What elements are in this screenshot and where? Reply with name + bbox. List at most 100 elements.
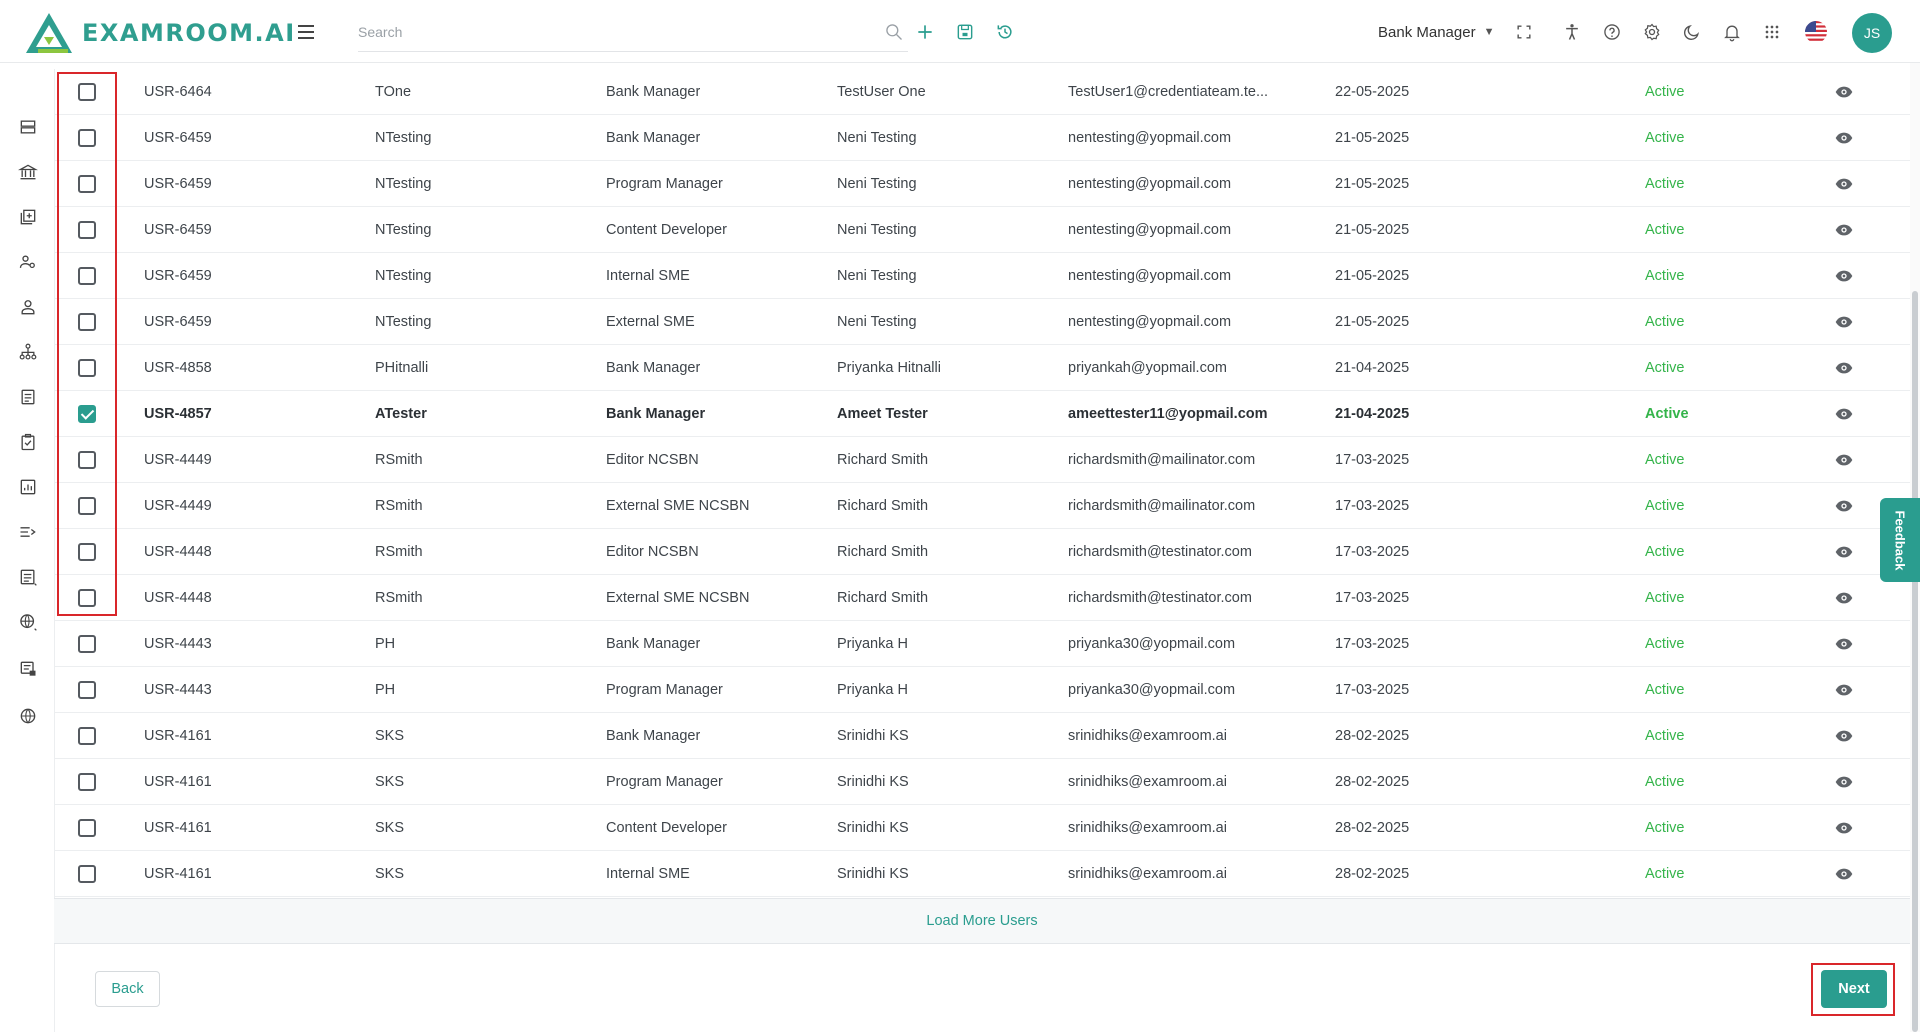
list-details-icon[interactable]	[16, 565, 40, 589]
row-checkbox[interactable]	[78, 727, 96, 745]
view-eye-icon[interactable]	[1834, 588, 1854, 608]
table-row[interactable]: USR-6459 NTesting Internal SME Neni Testing…	[55, 253, 1911, 299]
username-cell: ATester	[375, 406, 427, 422]
view-eye-icon[interactable]	[1834, 82, 1854, 102]
us-flag-icon[interactable]	[1805, 21, 1827, 43]
hierarchy-icon[interactable]	[16, 340, 40, 364]
user-roles-icon[interactable]	[16, 250, 40, 274]
row-checkbox[interactable]	[78, 497, 96, 515]
status-cell: Active	[1645, 636, 1685, 652]
row-checkbox[interactable]	[78, 773, 96, 791]
row-checkbox[interactable]	[78, 635, 96, 653]
row-checkbox[interactable]	[78, 819, 96, 837]
view-eye-icon[interactable]	[1834, 680, 1854, 700]
view-eye-icon[interactable]	[1834, 404, 1854, 424]
add-icon[interactable]	[913, 20, 937, 44]
table-row[interactable]: USR-4161 SKS Program Manager Srinidhi KS sri…	[55, 759, 1911, 805]
clipboard-check-icon[interactable]	[16, 430, 40, 454]
view-eye-icon[interactable]	[1834, 174, 1854, 194]
table-row[interactable]: USR-4857 ATester Bank Manager Ameet Tester a…	[55, 391, 1911, 437]
avatar[interactable]: JS	[1852, 13, 1892, 53]
status-cell: Active	[1645, 268, 1685, 284]
status-cell: Active	[1645, 498, 1685, 514]
fullscreen-icon[interactable]	[1512, 20, 1536, 44]
row-checkbox[interactable]	[78, 129, 96, 147]
row-checkbox[interactable]	[78, 405, 96, 423]
role-selector[interactable]: Bank Manager ▼	[1378, 20, 1494, 44]
table-row[interactable]: USR-6459 NTesting Content Developer Neni Te…	[55, 207, 1911, 253]
next-button[interactable]: Next	[1821, 970, 1887, 1008]
view-eye-icon[interactable]	[1834, 312, 1854, 332]
table-row[interactable]: USR-6459 NTesting External SME Neni Testing…	[55, 299, 1911, 345]
table-row[interactable]: USR-6459 NTesting Program Manager Neni Test…	[55, 161, 1911, 207]
email-cell: priyankah@yopmail.com	[1068, 360, 1227, 376]
notifications-icon[interactable]	[1720, 20, 1744, 44]
table-row[interactable]: USR-4161 SKS Bank Manager Srinidhi KS srinid…	[55, 713, 1911, 759]
globe-icon[interactable]	[16, 704, 40, 728]
table-row[interactable]: USR-6464 TOne Bank Manager TestUser One Test…	[55, 69, 1911, 115]
feedback-tab[interactable]: Feedback	[1880, 498, 1920, 582]
view-eye-icon[interactable]	[1834, 726, 1854, 746]
table-row[interactable]: USR-4449 RSmith Editor NCSBN Richard Smith r…	[55, 437, 1911, 483]
table-row[interactable]: USR-4161 SKS Internal SME Srinidhi KS srinid…	[55, 851, 1911, 897]
view-eye-icon[interactable]	[1834, 634, 1854, 654]
settings-icon[interactable]	[1640, 20, 1664, 44]
report-chart-icon[interactable]	[16, 475, 40, 499]
table-row[interactable]: USR-4443 PH Bank Manager Priyanka H priyanka…	[55, 621, 1911, 667]
save-icon[interactable]	[953, 20, 977, 44]
scrollbar-thumb[interactable]	[1912, 291, 1918, 1032]
bank-icon[interactable]	[16, 160, 40, 184]
examroom-logo[interactable]: EXAMROOM.AI	[24, 11, 296, 55]
user-id-cell: USR-6459	[144, 130, 212, 146]
table-row[interactable]: USR-4858 PHitnalli Bank Manager Priyanka Hi…	[55, 345, 1911, 391]
view-eye-icon[interactable]	[1834, 864, 1854, 884]
date-cell: 21-05-2025	[1335, 314, 1410, 330]
row-checkbox[interactable]	[78, 175, 96, 193]
row-checkbox[interactable]	[78, 543, 96, 561]
table-row[interactable]: USR-4448 RSmith External SME NCSBN Richard …	[55, 575, 1911, 621]
row-checkbox[interactable]	[78, 221, 96, 239]
add-library-icon[interactable]	[16, 205, 40, 229]
table-row[interactable]: USR-6459 NTesting Bank Manager Neni Testing…	[55, 115, 1911, 161]
help-icon[interactable]	[1600, 20, 1624, 44]
view-eye-icon[interactable]	[1834, 450, 1854, 470]
view-eye-icon[interactable]	[1834, 266, 1854, 286]
view-eye-icon[interactable]	[1834, 128, 1854, 148]
row-checkbox[interactable]	[78, 359, 96, 377]
user-icon[interactable]	[16, 295, 40, 319]
menu-icon[interactable]	[294, 20, 318, 44]
view-eye-icon[interactable]	[1834, 496, 1854, 516]
search-input[interactable]	[358, 16, 838, 48]
row-checkbox[interactable]	[78, 267, 96, 285]
view-eye-icon[interactable]	[1834, 542, 1854, 562]
history-icon[interactable]	[993, 20, 1017, 44]
table-row[interactable]: USR-4161 SKS Content Developer Srinidhi KS s…	[55, 805, 1911, 851]
accessibility-icon[interactable]	[1560, 20, 1584, 44]
user-id-cell: USR-4161	[144, 820, 212, 836]
table-row[interactable]: USR-4448 RSmith Editor NCSBN Richard Smith r…	[55, 529, 1911, 575]
list-filter-icon[interactable]	[16, 520, 40, 544]
document-icon[interactable]	[16, 385, 40, 409]
row-checkbox[interactable]	[78, 865, 96, 883]
view-eye-icon[interactable]	[1834, 220, 1854, 240]
view-eye-icon[interactable]	[1834, 818, 1854, 838]
dark-mode-icon[interactable]	[1680, 20, 1704, 44]
publish-icon[interactable]	[16, 657, 40, 681]
search-icon[interactable]	[882, 20, 906, 44]
row-checkbox[interactable]	[78, 451, 96, 469]
table-row[interactable]: USR-4443 PH Program Manager Priyanka H priya…	[55, 667, 1911, 713]
storage-icon[interactable]	[16, 115, 40, 139]
view-eye-icon[interactable]	[1834, 772, 1854, 792]
email-cell: priyanka30@yopmail.com	[1068, 682, 1236, 698]
table-row[interactable]: USR-4449 RSmith External SME NCSBN Richard …	[55, 483, 1911, 529]
row-checkbox[interactable]	[78, 589, 96, 607]
globe-settings-icon[interactable]	[16, 610, 40, 634]
row-checkbox[interactable]	[78, 681, 96, 699]
view-eye-icon[interactable]	[1834, 358, 1854, 378]
load-more-users-link[interactable]: Load More Users	[926, 913, 1037, 929]
avatar-initials: JS	[1863, 25, 1881, 41]
row-checkbox[interactable]	[78, 313, 96, 331]
apps-grid-icon[interactable]	[1760, 20, 1784, 44]
row-checkbox[interactable]	[78, 83, 96, 101]
back-button[interactable]: Back	[95, 971, 160, 1007]
